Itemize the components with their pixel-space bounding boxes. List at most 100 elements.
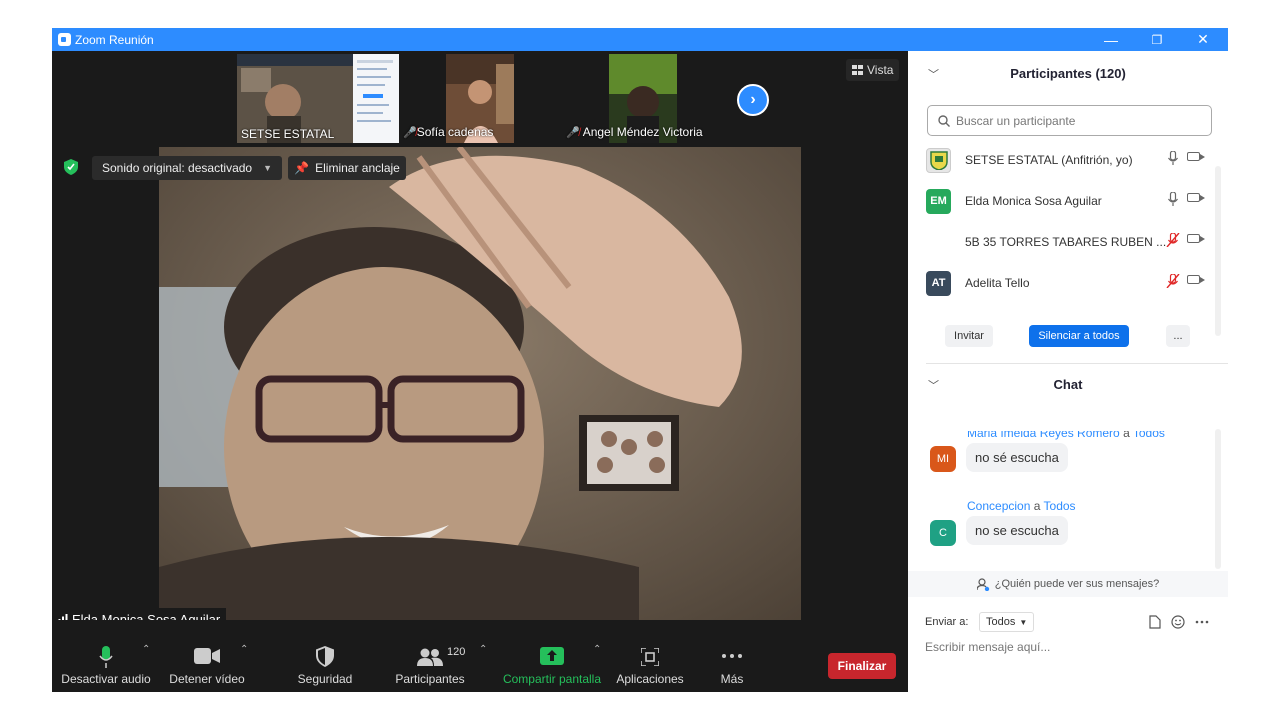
caret-down-icon: ▼ bbox=[263, 163, 272, 173]
microphone-icon[interactable] bbox=[1168, 192, 1178, 206]
chat-bubble: no sé escucha bbox=[966, 443, 1068, 472]
participants-count: 120 bbox=[447, 646, 466, 658]
close-button[interactable]: ✕ bbox=[1180, 28, 1226, 51]
more-button[interactable]: Más bbox=[712, 620, 752, 692]
chat-bubble: no se escucha bbox=[966, 516, 1068, 545]
view-button[interactable]: Vista bbox=[846, 59, 900, 81]
muted-mic-icon: 🎤̸ bbox=[566, 127, 580, 139]
end-meeting-button[interactable]: Finalizar bbox=[828, 653, 896, 679]
chat-sender: Concepcion a Todos bbox=[967, 499, 1076, 513]
mute-audio-button[interactable]: ⌃ Desactivar audio bbox=[56, 620, 156, 692]
share-screen-icon bbox=[540, 647, 564, 665]
section-divider bbox=[926, 363, 1228, 364]
send-to-label: Enviar a: bbox=[925, 616, 969, 628]
chat-header: ﹀ Chat bbox=[928, 377, 1083, 393]
camera-icon[interactable] bbox=[1187, 234, 1200, 243]
participant-name: SETSE ESTATAL (Anfitrión, yo) bbox=[965, 153, 1133, 167]
invite-button[interactable]: Invitar bbox=[945, 325, 993, 347]
main-speaker-video bbox=[159, 147, 801, 628]
chat-message-input[interactable]: Escribir mensaje aquí... bbox=[925, 640, 1050, 654]
participants-header: ﹀ Participantes (120) bbox=[928, 66, 1126, 82]
chat-messages: Maria Imelda Reyes Romero a Todos MI no … bbox=[908, 431, 1228, 561]
shield-icon bbox=[316, 646, 334, 667]
avatar: AT bbox=[926, 270, 951, 296]
send-to-row: Enviar a: Todos ▼ bbox=[925, 610, 1215, 634]
stop-video-button[interactable]: ⌃ Detener vídeo bbox=[162, 620, 252, 692]
chat-message: Concepcion a Todos C no se escucha bbox=[928, 499, 1218, 559]
avatar: EM bbox=[926, 188, 951, 214]
audio-options-caret-icon[interactable]: ⌃ bbox=[142, 644, 150, 655]
participant-row[interactable]: AT Adelita Tello bbox=[926, 269, 1212, 297]
restore-button[interactable]: ❐ bbox=[1134, 28, 1180, 51]
muted-microphone-icon[interactable] bbox=[1166, 233, 1180, 247]
muted-mic-icon: 🎤̸ bbox=[403, 127, 417, 139]
video-options-caret-icon[interactable]: ⌃ bbox=[240, 644, 248, 655]
speaker-video-frame bbox=[159, 147, 801, 628]
encryption-shield-icon[interactable] bbox=[61, 157, 81, 177]
shield-icon bbox=[64, 159, 78, 175]
who-can-see-messages-link[interactable]: ¿Quién puede ver sus mensajes? bbox=[908, 571, 1228, 597]
minimize-button[interactable]: — bbox=[1088, 28, 1134, 51]
thumbnail-label-angel: 🎤̸ Angel Méndez Victoria bbox=[566, 125, 703, 139]
thumbnail-name: SETSE ESTATAL bbox=[241, 127, 335, 141]
participants-scrollbar[interactable] bbox=[1215, 166, 1221, 336]
chat-message: Maria Imelda Reyes Romero a Todos MI no … bbox=[928, 431, 1218, 486]
file-icon[interactable] bbox=[1149, 615, 1161, 629]
apps-icon bbox=[641, 648, 659, 666]
participant-row[interactable]: EM Elda Monica Sosa Aguilar bbox=[926, 187, 1212, 215]
meeting-toolbar: ⌃ Desactivar audio ⌃ Detener vídeo Segur… bbox=[52, 620, 908, 692]
chevron-right-icon: › bbox=[750, 91, 756, 108]
original-sound-toggle[interactable]: Sonido original: desactivado ▼ bbox=[92, 156, 282, 180]
avatar: MI bbox=[930, 446, 956, 472]
emoji-icon[interactable] bbox=[1171, 615, 1185, 629]
chevron-down-icon: ▼ bbox=[1019, 617, 1028, 627]
security-button[interactable]: Seguridad bbox=[290, 620, 360, 692]
participants-options-caret-icon[interactable]: ⌃ bbox=[479, 644, 487, 655]
thumbnail-label-sofia: 🎤̸Sofía cadenas bbox=[403, 125, 494, 139]
participants-more-button[interactable]: ... bbox=[1166, 325, 1190, 347]
search-icon bbox=[938, 114, 950, 127]
user-visibility-icon bbox=[976, 577, 989, 591]
participants-icon bbox=[417, 648, 443, 666]
zoom-window: Zoom Reunión — ❐ ✕ SETSE ESTATAL 🎤̸Sofía… bbox=[52, 28, 1228, 692]
muted-microphone-icon[interactable] bbox=[1166, 274, 1180, 288]
recipient-select[interactable]: Todos ▼ bbox=[979, 612, 1035, 632]
side-panel: ﹀ Participantes (120) Buscar un particip… bbox=[908, 51, 1228, 692]
avatar bbox=[926, 147, 951, 173]
unpin-button[interactable]: 📌 Eliminar anclaje bbox=[288, 156, 406, 180]
video-area: SETSE ESTATAL 🎤̸Sofía cadenas 🎤̸ Angel M… bbox=[52, 51, 908, 630]
microphone-icon[interactable] bbox=[1168, 151, 1178, 165]
share-options-caret-icon[interactable]: ⌃ bbox=[593, 644, 601, 655]
thumbnail-setse-estatal[interactable]: SETSE ESTATAL bbox=[237, 54, 399, 143]
mute-all-button[interactable]: Silenciar a todos bbox=[1029, 325, 1129, 347]
participant-row[interactable]: SETSE ESTATAL (Anfitrión, yo) bbox=[926, 146, 1212, 174]
camera-icon[interactable] bbox=[1187, 275, 1200, 284]
next-page-button[interactable]: › bbox=[737, 84, 769, 116]
setse-logo-icon bbox=[929, 151, 948, 170]
more-dots-icon bbox=[722, 654, 742, 658]
window-title: Zoom Reunión bbox=[75, 33, 154, 47]
collapse-chat-icon[interactable]: ﹀ bbox=[928, 377, 939, 393]
participant-row[interactable]: 5B 35 TORRES TABARES RUBEN ... bbox=[926, 228, 1212, 256]
grid-icon bbox=[852, 65, 863, 75]
more-dots-icon[interactable] bbox=[1195, 620, 1209, 624]
camera-icon[interactable] bbox=[1187, 152, 1200, 161]
participants-button[interactable]: 120 ⌃ Participantes bbox=[390, 620, 487, 692]
participant-search-input[interactable]: Buscar un participante bbox=[927, 105, 1212, 136]
share-screen-button[interactable]: ⌃ Compartir pantalla bbox=[498, 620, 606, 692]
participant-name: 5B 35 TORRES TABARES RUBEN ... bbox=[965, 235, 1167, 249]
apps-button[interactable]: Aplicaciones bbox=[614, 620, 686, 692]
participant-name: Elda Monica Sosa Aguilar bbox=[965, 194, 1102, 208]
camera-icon[interactable] bbox=[1187, 193, 1200, 202]
microphone-icon bbox=[99, 646, 113, 668]
chat-scrollbar[interactable] bbox=[1215, 429, 1221, 569]
chat-sender: Maria Imelda Reyes Romero a Todos bbox=[967, 431, 1165, 440]
participant-name: Adelita Tello bbox=[965, 276, 1030, 290]
avatar bbox=[926, 229, 951, 255]
video-camera-icon bbox=[194, 648, 220, 664]
collapse-participants-icon[interactable]: ﹀ bbox=[928, 66, 939, 82]
avatar: C bbox=[930, 520, 956, 546]
zoom-logo-icon bbox=[58, 33, 71, 46]
pin-icon: 📌 bbox=[294, 161, 310, 175]
title-bar: Zoom Reunión — ❐ ✕ bbox=[52, 28, 1228, 51]
